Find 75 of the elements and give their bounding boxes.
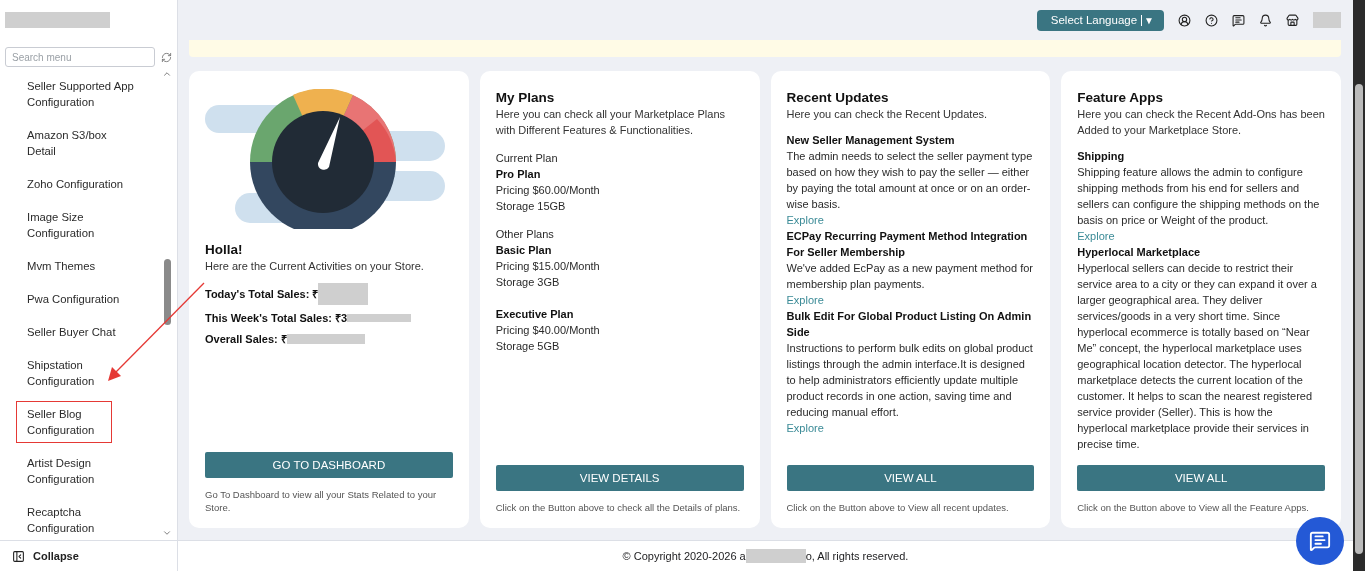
chat-icon <box>1309 530 1331 552</box>
card-subtitle: Here you can check the Recent Add-Ons has been Added to your Marketplace Store. <box>1077 107 1325 138</box>
card-button[interactable]: VIEW ALL <box>786 465 1035 491</box>
user-icon[interactable] <box>1178 13 1191 27</box>
sidebar-item[interactable]: Mvm Themes <box>16 253 146 279</box>
sidebar-item[interactable]: Recaptcha Configuration <box>16 499 146 540</box>
update-text: Shipping feature allows the admin to configure shipping methods from his end for sellers and sellers can configure the shipping methods on the basis on price or Weight of the product. <box>1077 165 1321 228</box>
scrollbar-thumb[interactable] <box>163 259 171 325</box>
explore-link[interactable]: Explore <box>786 420 824 436</box>
redacted-block <box>318 283 369 305</box>
update-title: Bulk Edit For Global Product Listing On Admin Side <box>786 309 1033 340</box>
plan-pricing: Pricing $60.00/Month <box>495 183 601 198</box>
update-title: Hyperlocal Marketplace <box>1077 245 1202 260</box>
card-button[interactable]: VIEW DETAILS <box>495 465 744 491</box>
copyright-text: © Copyright 2020-2026 a <box>622 550 746 562</box>
update-text: We've added EcPay as a new payment method for membership plan payments. <box>786 261 1034 292</box>
stat-text: Today's Total Sales: ₹ <box>205 287 319 302</box>
update-text: Hyperlocal sellers can decide to restrict their service area to a city or they can expand it over a larger geographical area. They deliver services/goods in a very short time. Since hyperlocal ecommerce is totally based on “Near Me” concept, the hyperlocal marketplace uses geographical location detector. The hyperlocal marketplace detects the current location of the customer. It helps to scan the nearest registered service provider (Seller). This is how the hyperlocal marketplace provide their services in precise time. <box>1077 261 1318 452</box>
update-text: Instructions to perform bulk edits on global product listings through the admin interface.It is designed to help administrators efficiently update multiple product records in one action, saving time and reducing manual effort. <box>786 341 1034 420</box>
card-title: Feature Apps <box>1077 89 1165 106</box>
refresh-icon[interactable] <box>161 51 172 63</box>
help-icon[interactable] <box>1205 13 1218 27</box>
language-select[interactable]: Select Language ▼ <box>1036 9 1164 31</box>
stat-text: This Week's Total Sales: ₹3 <box>205 311 348 326</box>
card-note: Go To Dashboard to view all your Stats Related to your Store. <box>205 488 438 514</box>
sidebar-item[interactable]: Seller Blog Configuration <box>16 401 112 443</box>
plan-name: Pro Plan <box>495 167 542 182</box>
card-note: Click on the Button above to View all the Feature Apps. <box>1077 501 1310 514</box>
sidebar-item[interactable]: Seller Supported App Configuration <box>16 73 146 115</box>
section-heading: Current Plan <box>495 151 559 166</box>
search-field[interactable]: Search menu <box>5 47 155 67</box>
scroll-up-icon[interactable] <box>162 69 172 79</box>
scroll-down-icon[interactable] <box>162 528 172 538</box>
redacted-block <box>745 549 806 563</box>
sidebar-icon <box>12 549 25 563</box>
store-icon[interactable] <box>1286 13 1299 27</box>
sidebar-item[interactable]: Artist Design Configuration <box>16 450 146 492</box>
card-title: My Plans <box>495 89 556 106</box>
update-title: New Seller Management System <box>786 133 956 148</box>
card-subtitle: Here you can check the Recent Updates. <box>786 107 989 122</box>
sidebar-item[interactable]: Seller Buyer Chat <box>16 319 146 345</box>
update-title: Shipping <box>1077 149 1126 164</box>
sidebar-item[interactable]: Image Size Configuration <box>16 204 146 246</box>
card-note: Click on the Button above to check all the Details of plans. <box>495 501 742 514</box>
explore-link[interactable]: Explore <box>786 212 824 228</box>
page-scrollbar-thumb[interactable] <box>1355 84 1363 554</box>
plan-storage: Storage 15GB <box>495 199 567 214</box>
card-subtitle: Here are the Current Activities on your Store. <box>205 259 425 274</box>
sidebar-item[interactable]: Shipstation Configuration <box>16 352 146 394</box>
stat-text: Overall Sales: ₹ <box>205 332 287 347</box>
bell-icon[interactable] <box>1259 13 1272 27</box>
card-title: Recent Updates <box>786 89 890 106</box>
sidebar-item[interactable]: Amazon S3/box Detail <box>16 122 146 164</box>
plan-pricing: Pricing $40.00/Month <box>495 323 601 338</box>
card-title: Holla! <box>205 241 244 258</box>
card-subtitle: Here you can check all your Marketplace Plans with Different Features & Functionalities. <box>495 107 727 138</box>
explore-link[interactable]: Explore <box>786 292 824 308</box>
card-note: Click on the Button above to View all recent updates. <box>786 501 1010 514</box>
explore-link[interactable]: Explore <box>1077 228 1115 244</box>
plan-name: Executive Plan <box>495 307 575 322</box>
update-text: The admin needs to select the seller payment type based on how they wish to pay the seller — either by paying the total amount at once or on an order-wise basis. <box>786 149 1034 212</box>
plan-name: Basic Plan <box>495 243 553 258</box>
redacted-block <box>347 314 412 322</box>
redacted-block <box>1313 12 1341 28</box>
plan-pricing: Pricing $15.00/Month <box>495 259 601 274</box>
plan-storage: Storage 3GB <box>495 275 561 290</box>
plan-storage: Storage 5GB <box>495 339 561 354</box>
sidebar-item[interactable]: Zoho Configuration <box>16 171 146 197</box>
update-title: ECPay Recurring Payment Method Integration For Seller Membership <box>786 229 1029 260</box>
sidebar-item[interactable]: Pwa Configuration <box>16 286 146 312</box>
card-button[interactable]: GO TO DASHBOARD <box>205 452 453 478</box>
card-button[interactable]: VIEW ALL <box>1077 465 1325 491</box>
copyright-text: o, All rights reserved. <box>805 550 909 562</box>
section-heading: Other Plans <box>495 227 555 242</box>
chat-icon[interactable] <box>1232 13 1245 27</box>
